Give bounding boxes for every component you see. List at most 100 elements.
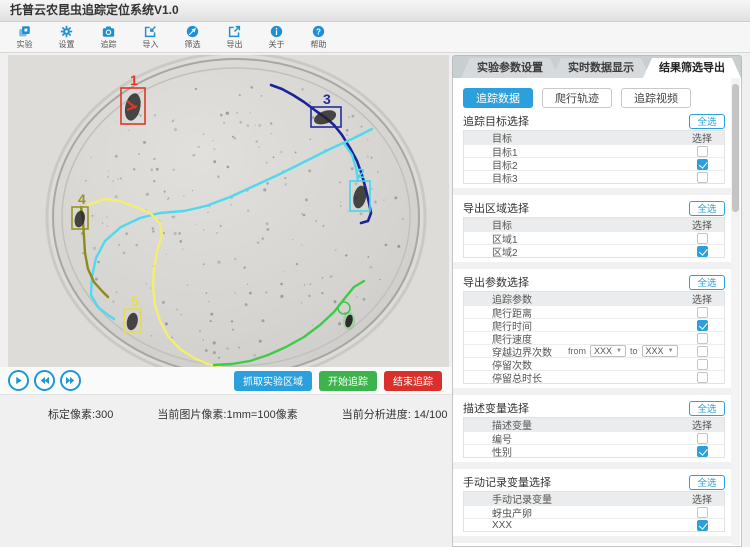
row-check-cell [680,333,724,344]
row-label-cell: 区域2 [464,244,680,259]
toolbar-item-1[interactable]: 设置 [50,25,83,50]
select-all-button[interactable]: 全选 [689,275,725,290]
toolbar-item-5[interactable]: 导出 [218,25,251,50]
row-label: 性别 [492,444,512,459]
table-row: 停留总时长 [464,370,724,383]
toolbar-item-label: 帮助 [311,39,327,50]
row-checkbox[interactable] [697,146,708,157]
row-checkbox[interactable] [697,320,708,331]
row-check-cell [680,346,724,357]
table-row: 区域1 [464,231,724,244]
petri-dish-viewer: 12345 [8,55,449,367]
playback-controls-bar: 抓取实验区域开始追踪结束追踪 [0,367,452,395]
rewind-button[interactable] [34,370,55,391]
table-row: XXX [464,518,724,531]
row-label: 区域2 [492,244,518,259]
tab-0[interactable]: 实验参数设置 [461,58,559,78]
column-header-select: 选择 [680,217,724,232]
section-header: 手动记录变量选择全选 [463,475,725,489]
toolbar-item-3[interactable]: 导入 [134,25,167,50]
column-header-select: 选择 [680,130,724,145]
table-row: 爬行时间 [464,318,724,331]
row-checkbox[interactable] [697,372,708,383]
section-divider [452,536,736,543]
toolbar-item-2[interactable]: 追踪 [92,25,125,50]
capture-area-button[interactable]: 抓取实验区域 [234,371,312,391]
select-all-button[interactable]: 全选 [689,201,725,216]
toolbar-item-4[interactable]: 筛选 [176,25,209,50]
export-icon [228,25,241,38]
camera-icon [102,25,115,38]
toolbar-item-6[interactable]: 关于 [260,25,293,50]
to-label: to [630,346,638,356]
start-tracking-button[interactable]: 开始追踪 [319,371,377,391]
window-title: 托普云农昆虫追踪定位系统V1.0 [0,0,750,22]
panel-scrollbar[interactable] [731,78,740,545]
from-dropdown[interactable]: XXX▼ [590,345,626,357]
section-header: 导出区域选择全选 [463,201,725,215]
tab-2[interactable]: 结果筛选导出 [643,58,741,78]
row-check-cell [680,520,724,531]
row-checkbox[interactable] [697,307,708,318]
row-checkbox[interactable] [697,233,708,244]
section-divider [452,388,736,395]
row-check-cell [680,433,724,444]
section-title: 追踪目标选择 [463,113,529,129]
section-header: 描述变量选择全选 [463,401,725,415]
row-label-cell: 停留总时长 [464,370,680,385]
row-check-cell [680,159,724,170]
toolbar-item-7[interactable]: ?帮助 [302,25,335,50]
type-button-1[interactable]: 爬行轨迹 [542,88,612,108]
row-checkbox[interactable] [697,446,708,457]
from-label: from [568,346,586,356]
row-checkbox[interactable] [697,433,708,444]
row-checkbox[interactable] [697,333,708,344]
column-header-select: 选择 [680,417,724,432]
row-checkbox[interactable] [697,159,708,170]
target-label-3: 3 [323,91,331,107]
row-check-cell [680,172,724,183]
scrollbar-thumb[interactable] [732,84,739,212]
table-row: 爬行速度 [464,331,724,344]
table-row: 穿越边界次数fromXXX▼toXXX▼ [464,344,724,357]
section-header: 导出参数选择全选 [463,275,725,289]
toolbar-item-label: 筛选 [185,39,201,50]
toolbar-item-label: 实验 [17,39,33,50]
main-toolbar: 实验设置追踪导入筛选导出关于?帮助 [0,22,750,53]
row-checkbox[interactable] [697,246,708,257]
about-info-icon [270,25,283,38]
fast-forward-button[interactable] [60,370,81,391]
select-all-button[interactable]: 全选 [689,475,725,490]
export-type-buttons: 追踪数据爬行轨迹追踪视频 [463,88,725,108]
stop-tracking-button[interactable]: 结束追踪 [384,371,442,391]
row-label: 目标3 [492,170,518,185]
target-label-5: 5 [131,293,139,309]
boundary-range-controls: from XXX▼ to XXX▼ [568,345,678,357]
table-row: 目标1 [464,144,724,157]
select-all-button[interactable]: 全选 [689,401,725,416]
to-dropdown[interactable]: XXX▼ [642,345,678,357]
toolbar-item-label: 导入 [143,39,159,50]
selection-table: 手动记录变量选择蚜虫产卵XXX [463,491,725,532]
row-checkbox[interactable] [697,507,708,518]
row-checkbox[interactable] [697,520,708,531]
type-button-0[interactable]: 追踪数据 [463,88,533,108]
play-button[interactable] [8,370,29,391]
row-check-cell [680,359,724,370]
row-checkbox[interactable] [697,172,708,183]
table-header-row: 手动记录变量选择 [464,492,724,505]
row-checkbox[interactable] [697,346,708,357]
table-row: 编号 [464,431,724,444]
type-button-2[interactable]: 追踪视频 [621,88,691,108]
tab-1[interactable]: 实时数据显示 [552,58,650,78]
help-icon: ? [312,25,325,38]
row-check-cell [680,146,724,157]
select-all-button[interactable]: 全选 [689,114,725,129]
row-checkbox[interactable] [697,359,708,370]
toolbar-item-0[interactable]: 实验 [8,25,41,50]
status-analysis-progress: 当前分析进度: 14/100 [342,406,448,422]
target-label-4: 4 [78,191,86,207]
table-header-row: 目标选择 [464,218,724,231]
section-divider [452,462,736,469]
table-row: 停留次数 [464,357,724,370]
